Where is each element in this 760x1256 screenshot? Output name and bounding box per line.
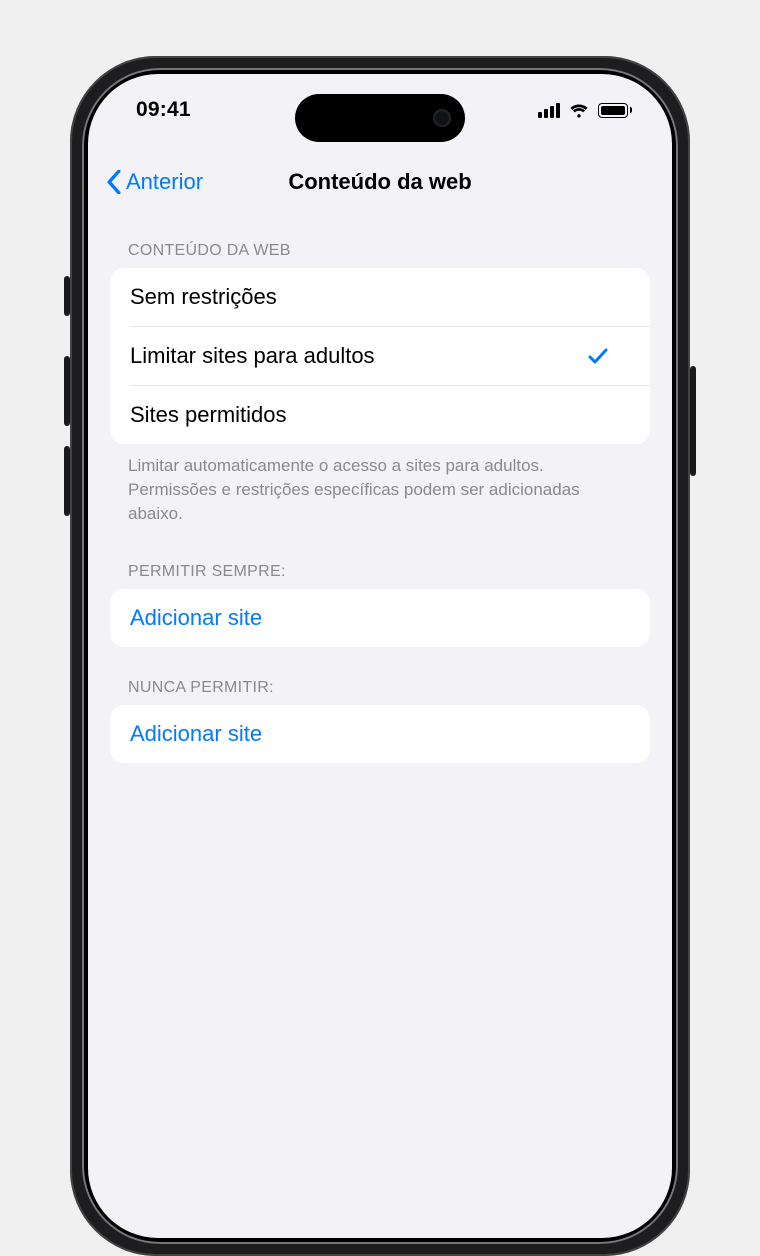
web-content-group: Sem restrições Limitar sites para adulto… <box>110 268 650 444</box>
section-footer-web-content: Limitar automaticamente o acesso a sites… <box>110 444 650 531</box>
option-label: Limitar sites para adultos <box>130 343 375 369</box>
screen: 09:41 <box>88 74 672 1238</box>
add-site-always-allow[interactable]: Adicionar site <box>110 589 650 647</box>
front-camera-icon <box>433 109 451 127</box>
side-button-volume-up <box>64 356 70 426</box>
add-site-never-allow[interactable]: Adicionar site <box>110 705 650 763</box>
page-title: Conteúdo da web <box>288 169 471 195</box>
option-label: Sem restrições <box>130 284 277 310</box>
always-allow-group: Adicionar site <box>110 589 650 647</box>
option-allowed-only[interactable]: Sites permitidos <box>130 385 650 444</box>
option-label: Sites permitidos <box>130 402 287 428</box>
cellular-icon <box>538 102 560 118</box>
side-button-power <box>690 366 696 476</box>
chevron-left-icon <box>106 170 122 194</box>
checkmark-icon <box>586 344 610 368</box>
stage: 09:41 <box>0 0 760 900</box>
status-icons <box>538 102 633 118</box>
nav-bar: Anterior Conteúdo da web <box>88 154 672 210</box>
side-button-silence <box>64 276 70 316</box>
section-header-always-allow: PERMITIR SEMPRE: <box>110 545 650 589</box>
wifi-icon <box>568 102 590 118</box>
add-site-label: Adicionar site <box>130 721 262 747</box>
section-header-web-content: CONTEÚDO DA WEB <box>110 224 650 268</box>
side-button-volume-down <box>64 446 70 516</box>
dynamic-island <box>295 94 465 142</box>
option-limit-adult[interactable]: Limitar sites para adultos <box>130 326 650 385</box>
add-site-label: Adicionar site <box>130 605 262 631</box>
status-time: 09:41 <box>136 98 191 122</box>
battery-icon <box>598 103 633 118</box>
option-unrestricted[interactable]: Sem restrições <box>110 268 650 326</box>
content-scroll[interactable]: CONTEÚDO DA WEB Sem restrições Limitar s… <box>88 224 672 1238</box>
phone-bezel: 09:41 <box>82 68 678 1244</box>
phone-frame: 09:41 <box>70 56 690 1256</box>
section-header-never-allow: NUNCA PERMITIR: <box>110 661 650 705</box>
back-label: Anterior <box>126 169 203 195</box>
back-button[interactable]: Anterior <box>106 169 203 195</box>
never-allow-group: Adicionar site <box>110 705 650 763</box>
